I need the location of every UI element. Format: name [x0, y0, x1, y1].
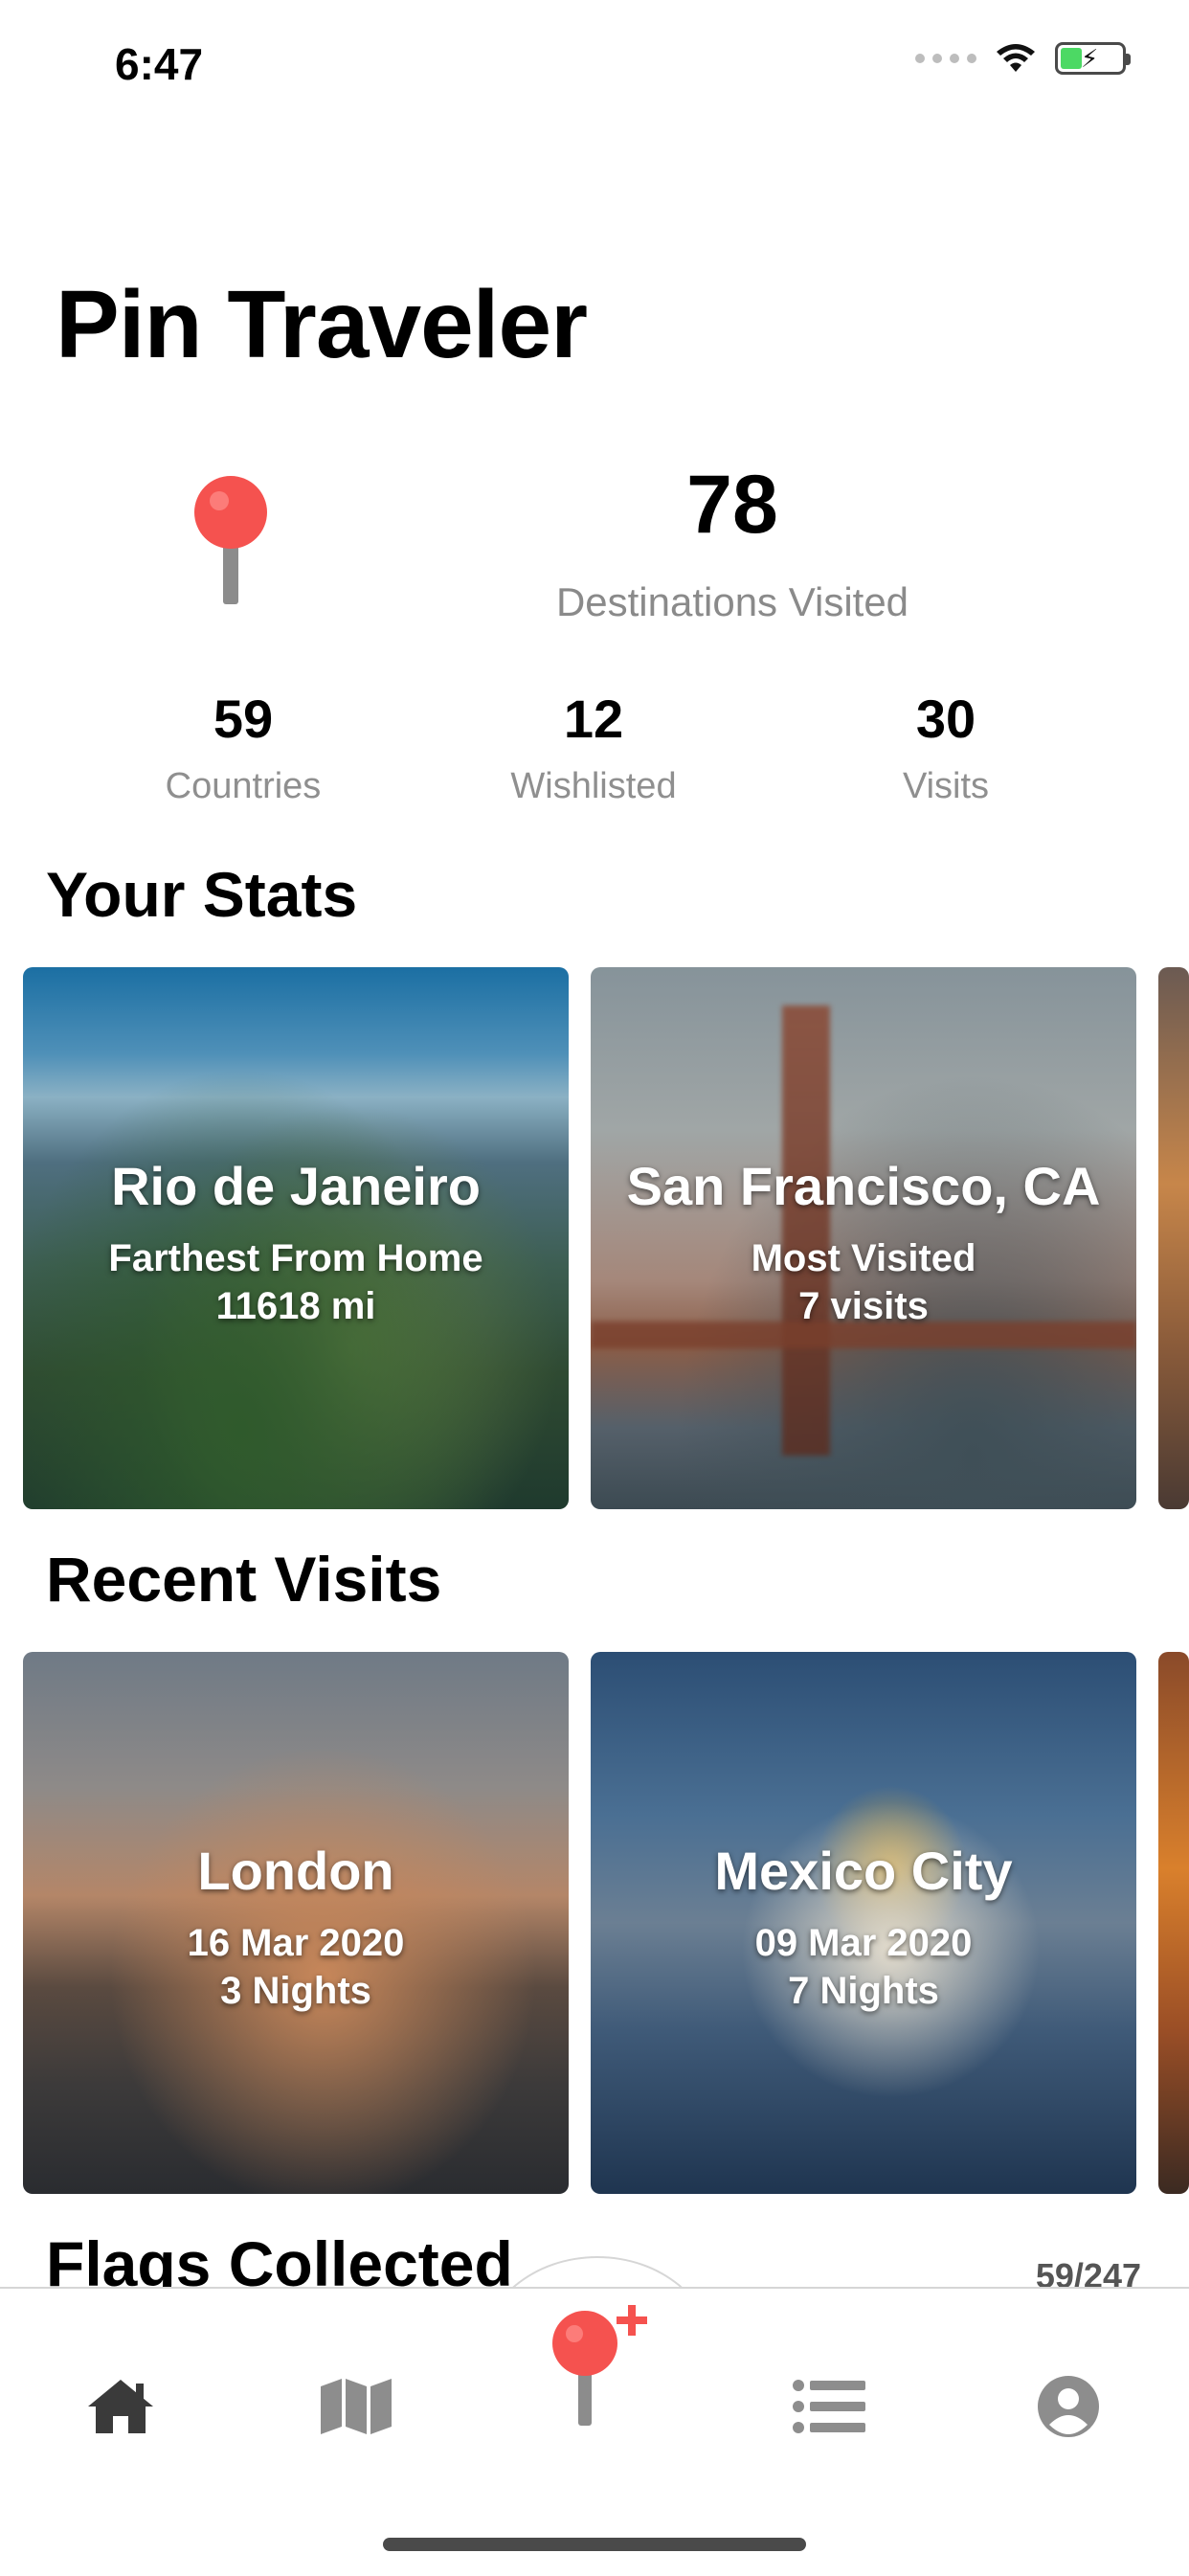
- card-nights: 3 Nights: [220, 1970, 371, 2012]
- wishlisted-label: Wishlisted: [510, 766, 677, 806]
- tab-home[interactable]: [82, 2373, 159, 2440]
- battery-icon: ⚡: [1055, 42, 1131, 75]
- card-date: 16 Mar 2020: [187, 1922, 405, 1964]
- tab-list[interactable]: [791, 2373, 867, 2440]
- countries-count: 59: [213, 689, 274, 749]
- status-time: 6:47: [115, 39, 204, 89]
- card-nights: 7 Nights: [788, 1970, 939, 2012]
- card-detail: 7 visits: [798, 1285, 929, 1327]
- stat-card-farthest[interactable]: Rio de Janeiro Farthest From Home 11618 …: [23, 967, 569, 1509]
- card-subtitle: Farthest From Home: [108, 1237, 483, 1279]
- card-date: 09 Mar 2020: [754, 1922, 973, 1964]
- map-icon: [321, 2379, 392, 2434]
- tab-map[interactable]: [318, 2373, 394, 2440]
- add-pin-icon: [552, 2305, 647, 2426]
- your-stats-heading: Your Stats: [46, 859, 358, 930]
- visits-label: Visits: [902, 766, 990, 806]
- wifi-icon: [997, 44, 1035, 72]
- destinations-visited-count: 78: [686, 459, 778, 551]
- stat-card-peek[interactable]: [1158, 967, 1189, 1509]
- visits-count: 30: [915, 689, 976, 749]
- page-title: Pin Traveler: [56, 271, 588, 378]
- stat-card-most-visited[interactable]: San Francisco, CA Most Visited 7 visits: [591, 967, 1136, 1509]
- tab-add-pin[interactable]: [544, 2303, 659, 2428]
- recent-visits-heading: Recent Visits: [46, 1544, 442, 1615]
- tab-profile[interactable]: [1030, 2373, 1107, 2440]
- profile-icon: [1038, 2376, 1099, 2437]
- wishlisted-count: 12: [563, 689, 624, 749]
- card-subtitle: Most Visited: [751, 1237, 976, 1279]
- card-title: Rio de Janeiro: [111, 1156, 481, 1216]
- visit-card-mexico-city[interactable]: Mexico City 09 Mar 2020 7 Nights: [591, 1652, 1136, 2194]
- destinations-visited-label: Destinations Visited: [555, 579, 909, 624]
- card-title: London: [197, 1841, 394, 1901]
- home-icon: [88, 2380, 153, 2433]
- cellular-signal-icon: [915, 54, 976, 63]
- countries-label: Countries: [165, 766, 322, 806]
- home-indicator: [383, 2538, 806, 2551]
- card-title: San Francisco, CA: [626, 1156, 1101, 1216]
- visit-card-peek[interactable]: [1158, 1652, 1189, 2194]
- card-title: Mexico City: [714, 1841, 1013, 1901]
- card-detail: 11618 mi: [215, 1285, 376, 1327]
- visit-card-london[interactable]: London 16 Mar 2020 3 Nights: [23, 1652, 569, 2194]
- status-icons: ⚡: [915, 42, 1131, 75]
- list-icon: [793, 2380, 865, 2433]
- pin-icon: [194, 476, 267, 604]
